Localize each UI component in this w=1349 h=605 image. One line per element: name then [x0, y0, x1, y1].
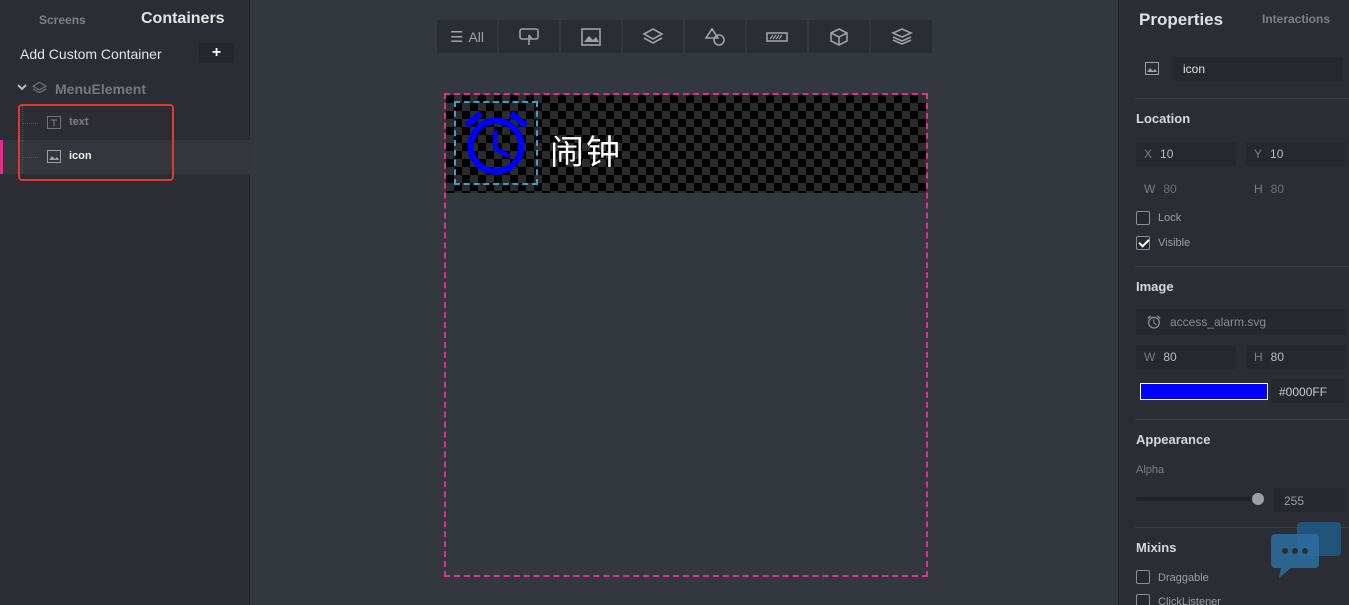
height-field-disabled: H 80	[1246, 177, 1346, 201]
tab-screens[interactable]: Screens	[39, 13, 86, 27]
w-label: W	[1144, 182, 1156, 196]
stacked-layers-icon	[890, 27, 913, 45]
image-height-field[interactable]: H 80	[1246, 345, 1346, 369]
progress-bar-icon	[766, 31, 788, 42]
shapes-icon	[704, 27, 725, 46]
text-type-icon	[47, 116, 61, 129]
y-value: 10	[1270, 147, 1284, 161]
tab-containers[interactable]: Containers	[141, 10, 225, 28]
tree-connector	[22, 157, 38, 158]
x-position-field[interactable]: X 10	[1136, 142, 1236, 166]
containers-panel: Screens Containers Add Custom Container …	[0, 0, 250, 605]
h-value: 80	[1270, 182, 1285, 196]
color-swatch[interactable]	[1140, 383, 1268, 400]
section-image-title: Image	[1136, 279, 1174, 294]
tree-item-text[interactable]: text	[0, 106, 250, 140]
image-widget-tool[interactable]	[561, 20, 623, 53]
chevron-down-icon[interactable]	[16, 81, 28, 93]
width-field-disabled: W 80	[1136, 177, 1236, 201]
w-label: W	[1144, 350, 1156, 364]
3d-widget-tool[interactable]	[809, 20, 871, 53]
progress-widget-tool[interactable]	[747, 20, 809, 53]
tab-interactions[interactable]: Interactions	[1262, 12, 1330, 26]
visible-label: Visible	[1158, 237, 1191, 249]
left-tabs: Screens Containers	[0, 8, 250, 32]
visible-checkbox[interactable]	[1136, 236, 1150, 250]
image-width-field[interactable]: W 80	[1136, 345, 1236, 369]
alarm-clock-icon[interactable]	[458, 105, 534, 181]
alpha-value-input[interactable]: 255	[1274, 488, 1346, 512]
tree-item-icon[interactable]: icon	[0, 140, 250, 174]
alarm-clock-icon	[1147, 315, 1161, 329]
x-label: X	[1144, 147, 1153, 161]
alpha-slider-handle[interactable]	[1252, 493, 1264, 505]
add-container-button[interactable]: +	[199, 43, 234, 63]
clicklistener-label: ClickListener	[1158, 596, 1221, 605]
add-custom-container-label: Add Custom Container	[20, 46, 162, 62]
tree-connector	[22, 123, 38, 124]
tree-root-menuelement[interactable]: MenuElement	[0, 78, 250, 100]
container-widget-tool[interactable]	[623, 20, 685, 53]
image-filename: access_alarm.svg	[1170, 315, 1267, 329]
touch-button-icon	[519, 27, 539, 45]
section-appearance-title: Appearance	[1136, 432, 1211, 447]
menu-element-text[interactable]: 闹钟	[550, 125, 622, 174]
filter-all-label: All	[468, 28, 484, 45]
divider	[1135, 98, 1349, 99]
lock-checkbox[interactable]	[1136, 211, 1150, 225]
properties-panel: Properties Interactions icon Location X1…	[1118, 0, 1349, 605]
draggable-label: Draggable	[1158, 572, 1209, 584]
cube-icon	[830, 27, 848, 46]
clicklistener-checkbox[interactable]	[1136, 594, 1150, 605]
section-mixins-title: Mixins	[1136, 540, 1177, 555]
tree-item-label: icon	[69, 150, 92, 162]
divider	[1135, 419, 1349, 420]
button-widget-tool[interactable]	[499, 20, 561, 53]
image-icon	[47, 150, 61, 163]
layers-icon	[642, 27, 664, 44]
add-custom-container-row: Add Custom Container +	[0, 40, 250, 68]
draggable-checkbox[interactable]	[1136, 570, 1150, 584]
tree-root-label: MenuElement	[55, 81, 147, 97]
h-label: H	[1254, 350, 1263, 364]
selection-indicator	[0, 140, 3, 174]
element-name-input[interactable]: icon	[1173, 57, 1343, 81]
color-hex-input[interactable]: #0000FF	[1271, 379, 1345, 403]
tab-properties[interactable]: Properties	[1139, 10, 1223, 30]
section-location-title: Location	[1136, 111, 1191, 126]
y-label: Y	[1254, 147, 1263, 161]
alpha-slider-track[interactable]	[1136, 497, 1258, 501]
y-position-field[interactable]: Y 10	[1246, 142, 1346, 166]
app-window: Screens Containers Add Custom Container …	[0, 0, 1349, 605]
image-icon	[1145, 62, 1159, 75]
alpha-label: Alpha	[1136, 464, 1165, 476]
x-value: 10	[1160, 147, 1174, 161]
custom-container-tool[interactable]	[871, 20, 932, 53]
h-value: 80	[1270, 350, 1285, 364]
lock-label: Lock	[1158, 212, 1182, 224]
image-source-field[interactable]: access_alarm.svg	[1136, 309, 1346, 335]
widget-toolbar: ☰ All	[437, 20, 932, 53]
h-label: H	[1254, 182, 1263, 196]
w-value: 80	[1163, 182, 1177, 196]
filter-all-button[interactable]: ☰ All	[437, 20, 499, 53]
list-icon: ☰	[449, 28, 464, 46]
chat-bubble-icon[interactable]	[1269, 520, 1344, 580]
divider	[1135, 266, 1349, 267]
w-value: 80	[1163, 350, 1177, 364]
layers-icon	[32, 81, 47, 94]
tree-item-label: text	[69, 116, 89, 128]
menu-element-preview[interactable]: 闹钟	[446, 95, 926, 193]
design-canvas[interactable]: 闹钟	[444, 93, 928, 577]
shape-widget-tool[interactable]	[685, 20, 747, 53]
image-icon	[581, 27, 601, 46]
